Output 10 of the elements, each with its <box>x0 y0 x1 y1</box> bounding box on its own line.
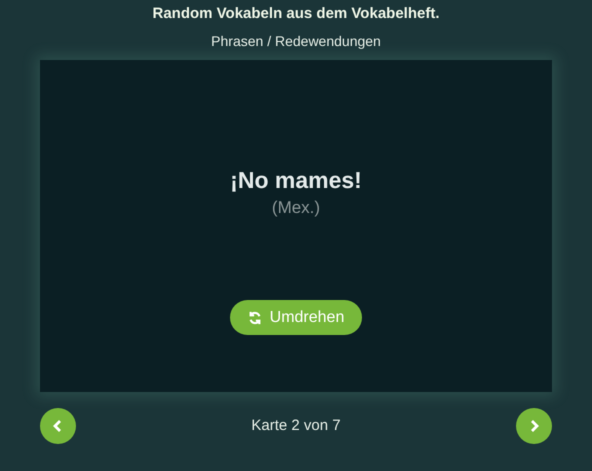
card-counter: Karte 2 von 7 <box>251 416 341 436</box>
vocabulary-term: ¡No mames! <box>230 166 362 194</box>
flip-button[interactable]: Umdrehen <box>230 300 362 335</box>
refresh-icon <box>248 310 262 324</box>
term-note: (Mex.) <box>272 198 320 218</box>
page-title: Random Vokabeln aus dem Vokabelheft. <box>152 4 440 24</box>
chevron-left-icon <box>52 420 64 432</box>
previous-button[interactable] <box>40 408 76 444</box>
next-button[interactable] <box>516 408 552 444</box>
category-subtitle: Phrasen / Redewendungen <box>211 32 381 50</box>
